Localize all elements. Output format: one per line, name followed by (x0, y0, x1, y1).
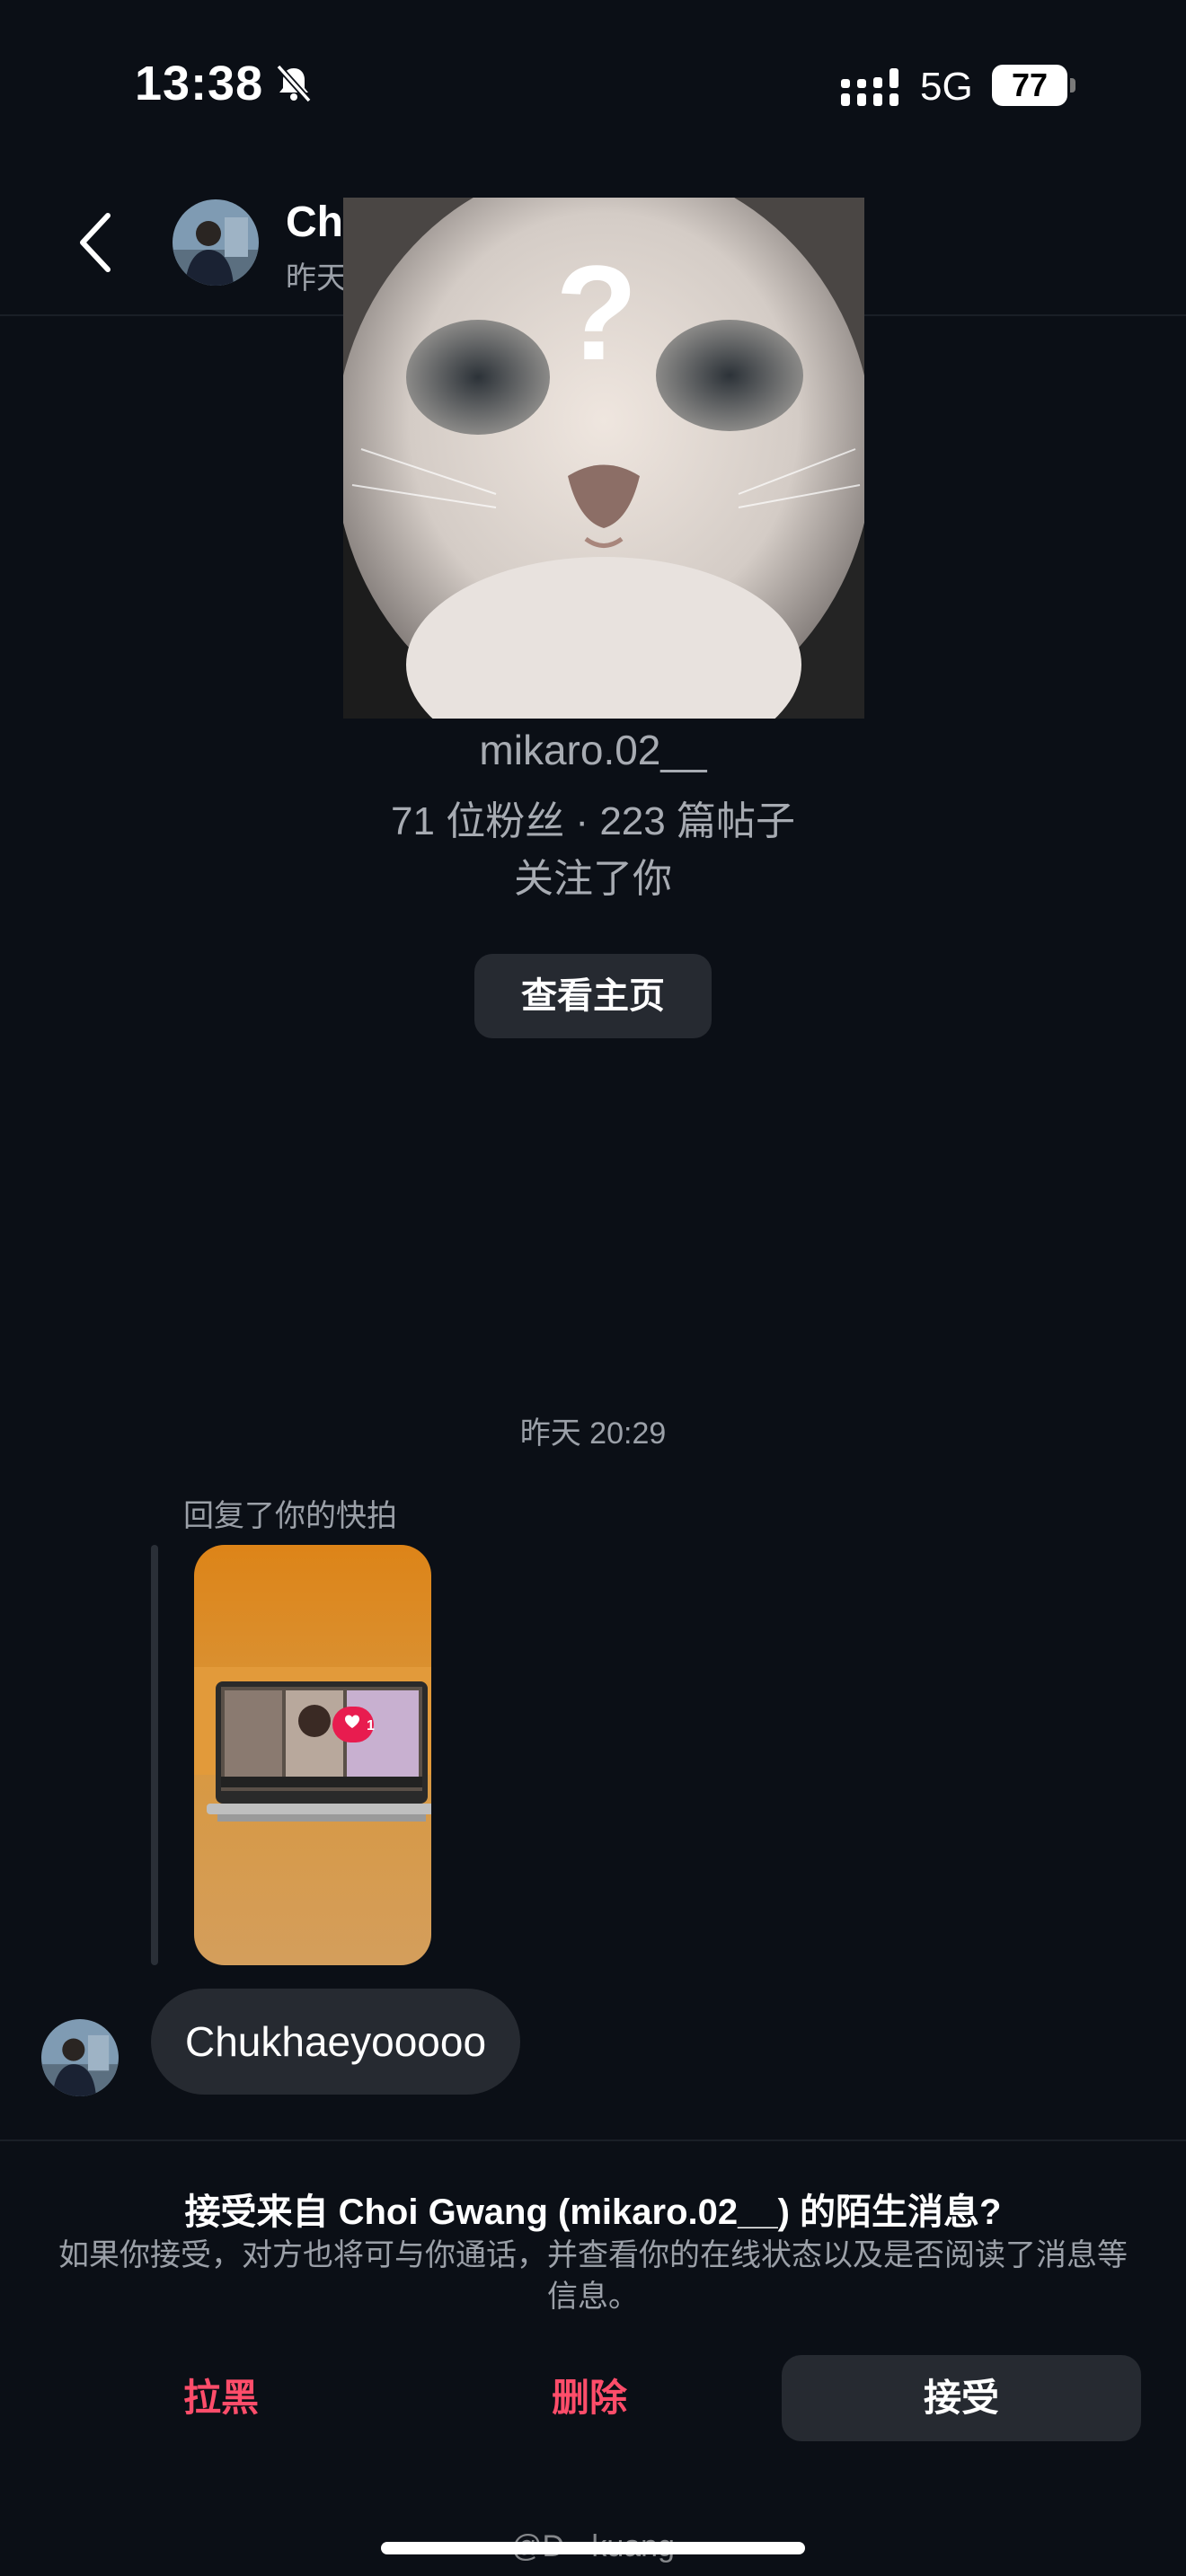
accept-button[interactable]: 接受 (782, 2355, 1141, 2441)
dm-request-screen: 13:38 5G 77 Ch 昨天 ? mikaro.02__ 71 位粉丝 ·… (0, 0, 1186, 2576)
view-profile-button[interactable]: 查看主页 (474, 954, 712, 1038)
message-request-panel: 接受来自 Choi Gwang (mikaro.02__) 的陌生消息? 如果你… (0, 2139, 1186, 2576)
back-button[interactable] (68, 207, 122, 278)
header-subtitle: 昨天 (286, 261, 347, 296)
snap-like-count: 1 (367, 1718, 375, 1734)
profile-username: mikaro.02__ (479, 727, 707, 773)
header-avatar[interactable] (173, 199, 259, 286)
request-description: 如果你接受，对方也将可与你通话，并查看你的在线状态以及是否阅读了消息等信息。 (58, 2238, 1128, 2314)
network-label: 5G (920, 65, 973, 109)
message-bubble[interactable]: Chukhaeyooooo (151, 1989, 521, 2095)
battery-icon: 77 (992, 65, 1075, 106)
request-title: 接受来自 Choi Gwang (mikaro.02__) 的陌生消息? (184, 2192, 1002, 2232)
story-reply-thumbnail[interactable]: 1 (194, 1545, 431, 1965)
svg-text:?: ? (555, 237, 638, 388)
delete-button[interactable]: 删除 (410, 2355, 769, 2441)
home-indicator[interactable] (381, 2542, 805, 2554)
profile-stats: 71 位粉丝 · 223 篇帖子 (391, 799, 795, 843)
reply-indicator-bar (151, 1545, 158, 1965)
header-name[interactable]: Ch (286, 198, 343, 247)
message-avatar[interactable] (41, 2019, 119, 2096)
status-bar: 13:38 5G 77 (0, 0, 1186, 135)
message-timestamp: 昨天 20:29 (519, 1416, 667, 1451)
block-button[interactable]: 拉黑 (41, 2355, 401, 2441)
bell-slash-icon (276, 64, 312, 103)
status-time: 13:38 (135, 57, 264, 110)
signal-icon (841, 68, 898, 106)
reply-label: 回复了你的快拍 (183, 1499, 397, 1533)
profile-photo[interactable]: ? (343, 198, 864, 719)
battery-level: 77 (1011, 66, 1049, 103)
follow-status: 关注了你 (514, 857, 672, 901)
